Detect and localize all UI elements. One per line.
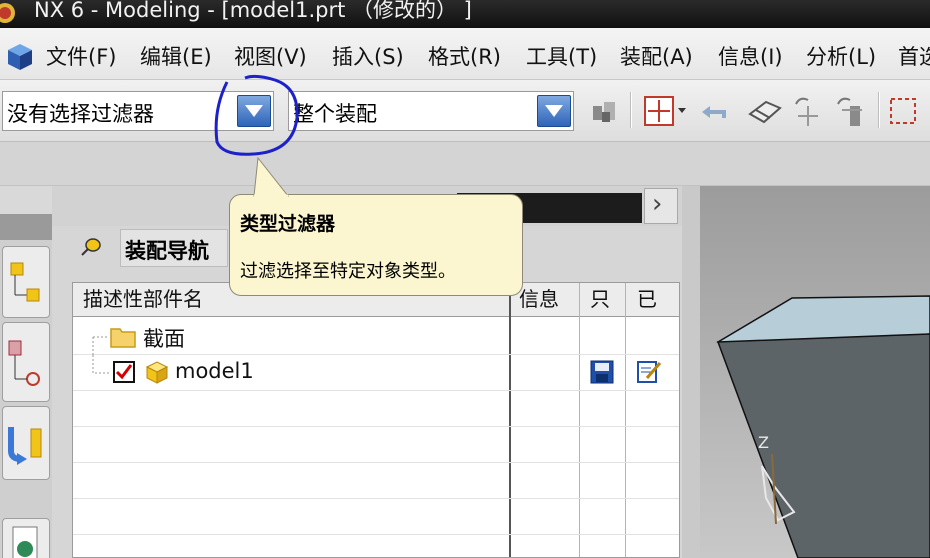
resource-bar-header xyxy=(0,214,52,240)
table-row[interactable]: 截面 xyxy=(73,319,679,355)
nx-cube-icon[interactable] xyxy=(0,42,38,72)
window-titlebar: NX 6 - Modeling - [model1.prt （修改的） ] xyxy=(0,0,930,28)
tooltip-title: 类型过滤器 xyxy=(240,213,336,235)
folder-icon xyxy=(110,328,136,348)
type-filter-value: 没有选择过滤器 xyxy=(7,102,154,126)
rotate-view-icon[interactable] xyxy=(792,94,826,128)
menu-edit[interactable]: 编辑(E) xyxy=(140,41,212,71)
type-filter-tooltip: 类型过滤器 过滤选择至特定对象类型。 xyxy=(229,194,523,296)
toolbar-separator xyxy=(630,92,632,128)
column-header-info[interactable]: 信息 xyxy=(519,283,559,316)
model-geometry: Z xyxy=(682,186,930,558)
constraint-navigator-tab[interactable] xyxy=(2,322,50,402)
tooltip-pointer xyxy=(253,156,290,198)
table-row[interactable]: model1 xyxy=(73,355,679,391)
toolbar-strip xyxy=(0,142,930,186)
eraser-icon[interactable] xyxy=(744,94,784,128)
menu-bar: 文件(F) 编辑(E) 视图(V) 插入(S) 格式(R) 工具(T) 装配(A… xyxy=(0,28,930,80)
table-row xyxy=(73,499,679,535)
table-row xyxy=(73,427,679,463)
navigator-title-tab[interactable]: 装配导航 xyxy=(120,229,228,267)
toolbar-separator xyxy=(878,92,880,128)
pin-icon[interactable] xyxy=(80,237,102,257)
constraint-icon xyxy=(8,340,40,386)
web-page-icon xyxy=(12,526,38,558)
tooltip-text: 过滤选择至特定对象类型。 xyxy=(240,261,456,282)
snap-point-icon[interactable] xyxy=(642,94,688,128)
assembly-navigator-tab[interactable] xyxy=(2,246,50,318)
menu-analysis[interactable]: 分析(L) xyxy=(806,41,876,71)
scope-filter-value: 整个装配 xyxy=(293,102,377,126)
web-browser-tab[interactable] xyxy=(2,518,50,558)
select-component-icon[interactable] xyxy=(588,94,622,128)
resource-bar xyxy=(0,214,52,558)
row-name: 截面 xyxy=(143,327,185,351)
menu-preferences[interactable]: 首选 xyxy=(898,41,930,71)
column-header-name[interactable]: 描述性部件名 xyxy=(83,283,203,316)
selection-toolbar: 没有选择过滤器 整个装配 xyxy=(0,80,930,142)
menu-tools[interactable]: 工具(T) xyxy=(526,41,597,71)
part-navigator-icon xyxy=(8,427,42,465)
nx-app-icon xyxy=(0,3,15,23)
part-navigator-tab[interactable] xyxy=(2,406,50,480)
graphics-viewport[interactable]: Z xyxy=(682,186,930,558)
menu-file[interactable]: 文件(F) xyxy=(46,41,116,71)
scope-filter-dropdown-button[interactable] xyxy=(537,95,571,127)
menu-assemblies[interactable]: 装配(A) xyxy=(620,41,693,71)
z-axis-label: Z xyxy=(758,433,769,452)
rectangle-select-icon[interactable] xyxy=(888,94,920,128)
table-row xyxy=(73,463,679,499)
orient-view-icon[interactable] xyxy=(834,94,868,128)
scope-filter-combo[interactable]: 整个装配 xyxy=(288,91,574,131)
menu-insert[interactable]: 插入(S) xyxy=(332,41,404,71)
menu-view[interactable]: 视图(V) xyxy=(234,41,307,71)
part-icon xyxy=(145,361,169,384)
column-header-readonly[interactable]: 只 xyxy=(590,283,610,316)
window-title: NX 6 - Modeling - [model1.prt （修改的） ] xyxy=(34,0,472,22)
checkbox-checked-icon[interactable] xyxy=(113,361,135,383)
chevron-down-icon xyxy=(545,105,563,117)
menu-format[interactable]: 格式(R) xyxy=(428,41,501,71)
column-header-modified[interactable]: 已 xyxy=(637,283,657,316)
annotation-circle xyxy=(214,74,299,156)
assembly-tree-icon xyxy=(10,262,40,302)
menu-information[interactable]: 信息(I) xyxy=(718,41,783,71)
tree-connector xyxy=(92,336,109,355)
edit-note-icon xyxy=(637,361,662,383)
chevron-right-icon: › xyxy=(652,189,663,219)
table-row xyxy=(73,391,679,427)
undo-arrow-icon[interactable] xyxy=(698,94,732,128)
navigator-title: 装配导航 xyxy=(125,239,209,263)
tree-connector xyxy=(92,355,109,374)
navigator-expand-button[interactable]: › xyxy=(644,188,678,224)
row-name: model1 xyxy=(175,359,254,383)
save-disk-icon xyxy=(590,360,614,384)
assembly-tree-table: 描述性部件名 信息 只 已 截面 model1 xyxy=(72,282,680,558)
